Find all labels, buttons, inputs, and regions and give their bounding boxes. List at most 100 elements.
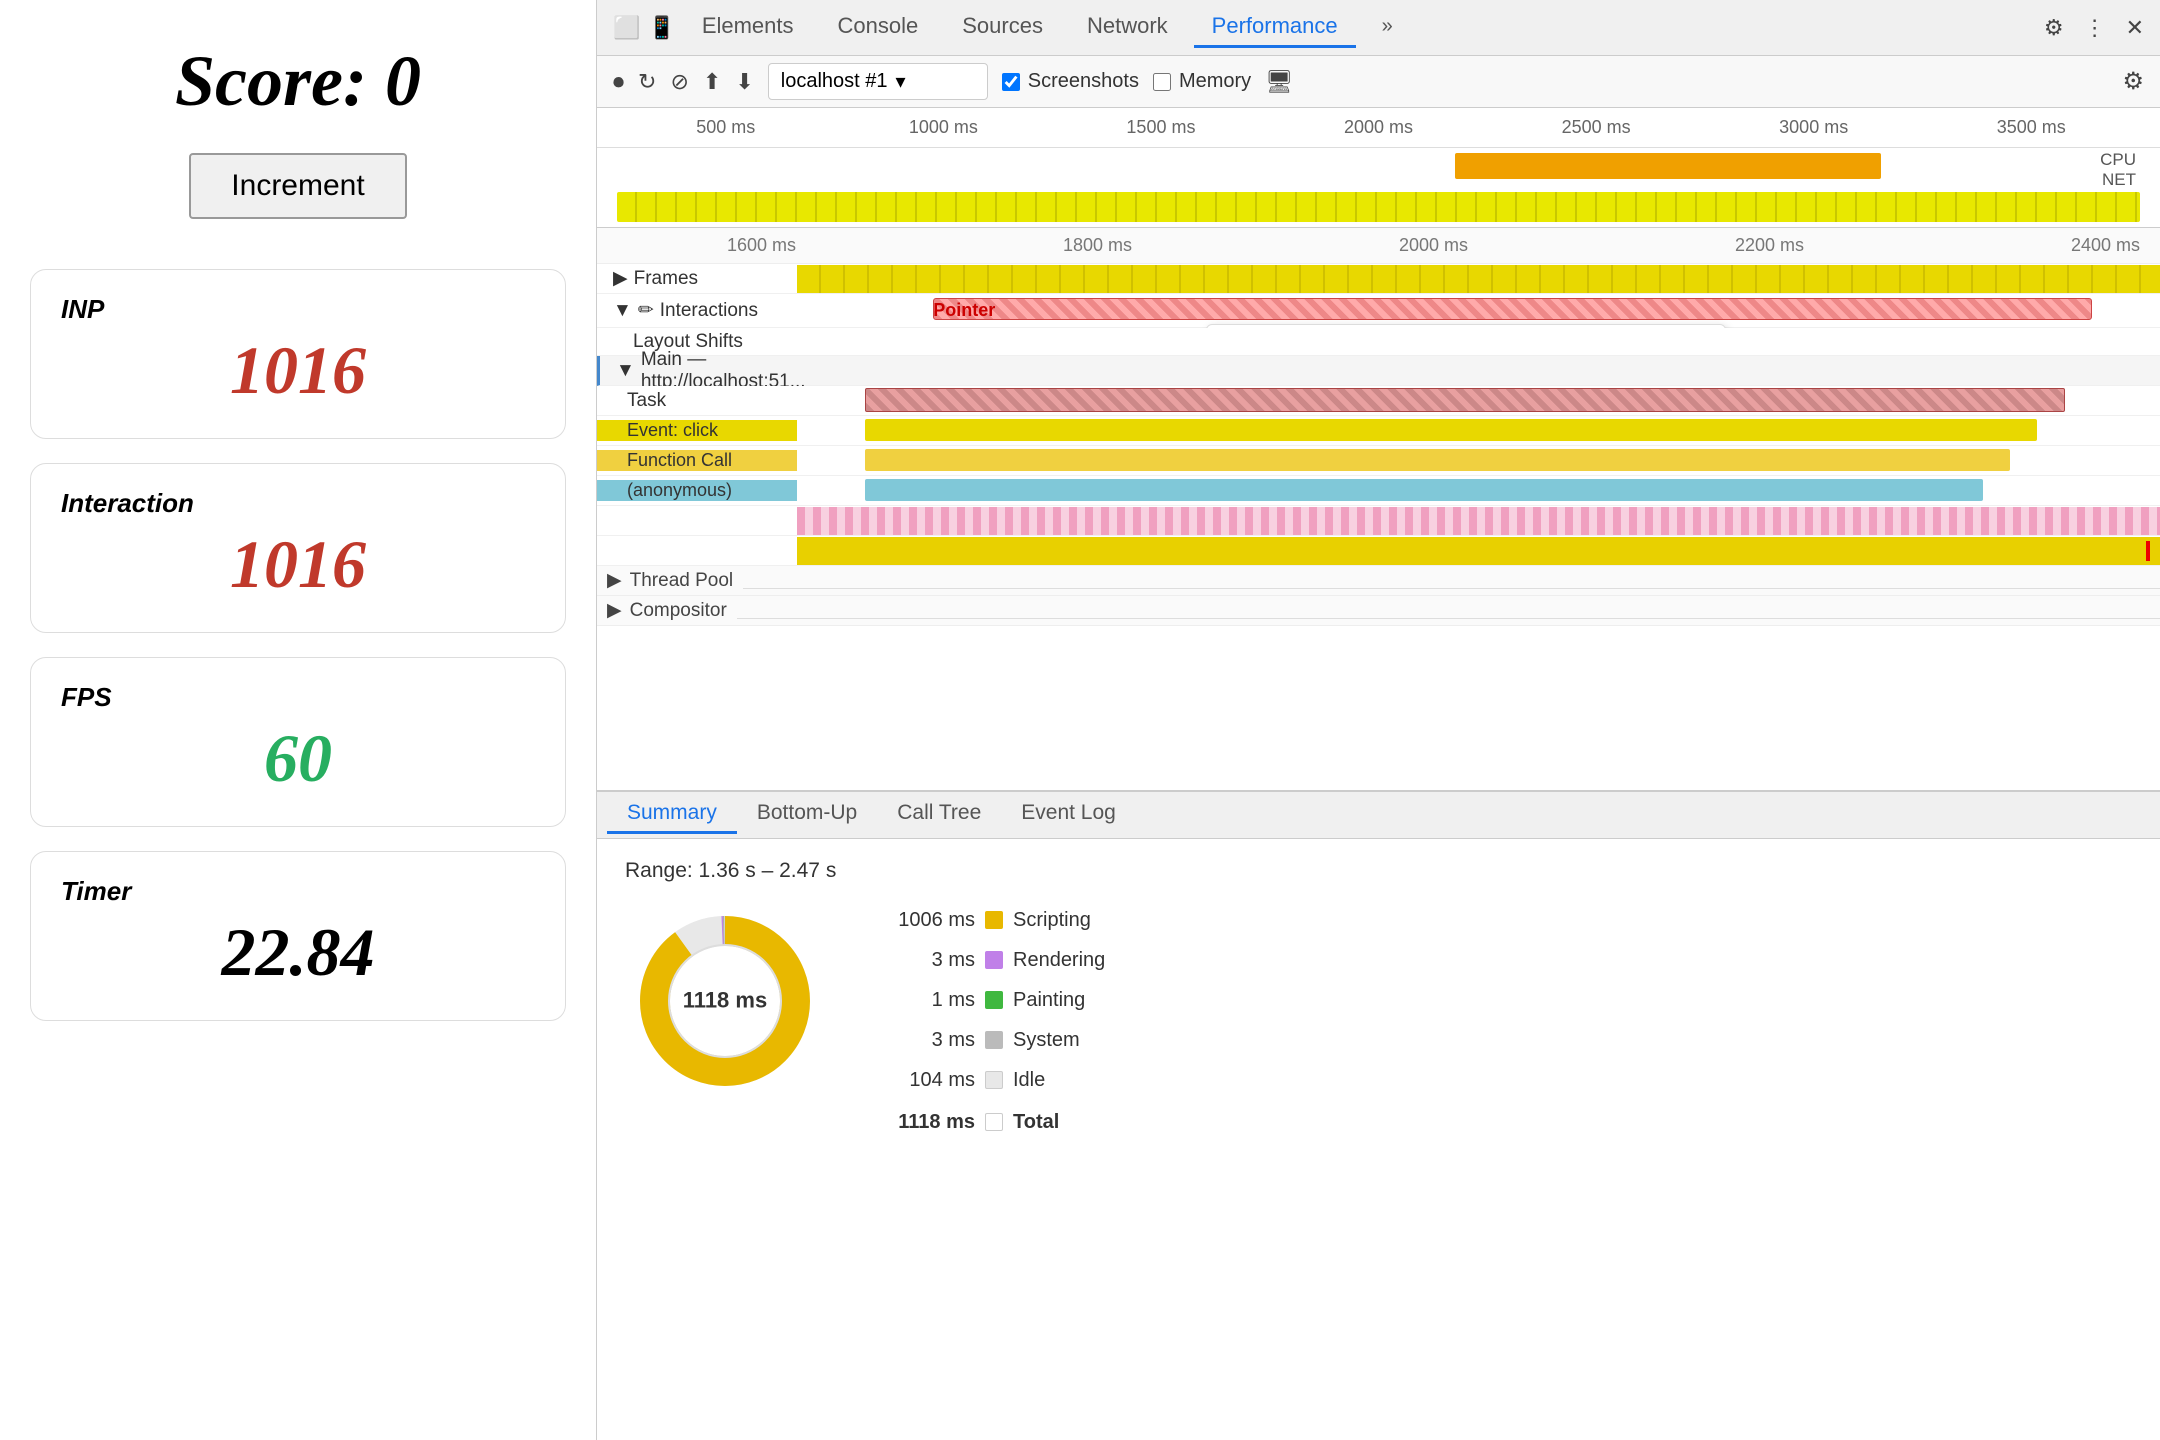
event-click-track: Event: click [597, 416, 2160, 446]
frames-label: ▶ Frames [597, 267, 797, 290]
painting-color [985, 991, 1003, 1009]
function-call-content [797, 447, 2160, 475]
function-call-track: Function Call [597, 446, 2160, 476]
interaction-value: 1016 [61, 525, 535, 604]
ruler-2500: 2500 ms [1487, 117, 1705, 138]
anonymous-bar [865, 479, 1983, 501]
function-call-bar [865, 449, 2010, 471]
frames-strip [797, 265, 2160, 293]
frames-content [797, 265, 2160, 293]
thread-pool-expand-icon[interactable]: ▶ [607, 569, 622, 592]
summary-panel: Range: 1.36 s – 2.47 s [597, 839, 2160, 1440]
compositor-track[interactable]: ▶ Compositor [597, 596, 2160, 626]
system-name: System [1013, 1021, 1080, 1059]
detail-yellow-content [797, 537, 2160, 565]
detail-pink-track [597, 506, 2160, 536]
detail-marker [2146, 541, 2150, 561]
tab-elements[interactable]: Elements [684, 7, 812, 48]
thread-pool-label: Thread Pool [630, 570, 734, 592]
memory-checkbox[interactable] [1153, 73, 1171, 91]
tick-2400: 2400 ms [2071, 235, 2140, 256]
compositor-content [737, 603, 2160, 619]
tab-more[interactable]: » [1364, 9, 1411, 47]
timer-label: Timer [61, 876, 535, 907]
function-call-label: Function Call [597, 450, 797, 471]
anonymous-content [797, 477, 2160, 505]
devtools-device-icon[interactable]: 📱 [648, 15, 675, 41]
donut-chart: 1118 ms [625, 901, 825, 1101]
devtools-tabbar: ⬜ 📱 Elements Console Sources Network Per… [597, 0, 2160, 56]
idle-val: 104 ms [885, 1061, 975, 1099]
idle-color [985, 1071, 1003, 1089]
thread-pool-track[interactable]: ▶ Thread Pool [597, 566, 2160, 596]
painting-val: 1 ms [885, 981, 975, 1019]
network-throttle-icon[interactable]: 🖥 [1265, 69, 1293, 95]
interactions-track: ▼ ✏ Interactions Pointer 1.02 s Pointer … [597, 294, 2160, 328]
bottom-tabs: Summary Bottom-Up Call Tree Event Log [597, 791, 2160, 839]
clear-button[interactable]: ⊘ [670, 69, 688, 95]
ruler-1500: 1500 ms [1052, 117, 1270, 138]
devtools-inspect-icon[interactable]: ⬜ [613, 15, 640, 41]
timer-value: 22.84 [61, 913, 535, 992]
increment-button[interactable]: Increment [189, 153, 406, 219]
reload-button[interactable]: ↻ [638, 69, 656, 95]
record-button[interactable]: ⏺ [613, 69, 624, 95]
event-click-bar [865, 419, 2037, 441]
detail-yellow-track [597, 536, 2160, 566]
tab-network[interactable]: Network [1069, 7, 1186, 48]
settings-icon[interactable]: ⚙ [2044, 15, 2064, 41]
ruler-3000: 3000 ms [1705, 117, 1923, 138]
legend-idle: 104 ms Idle [885, 1061, 1105, 1099]
thread-pool-content [743, 573, 2160, 589]
cpu-usage-bar [1455, 153, 1881, 179]
fps-value: 60 [61, 719, 535, 798]
rendering-color [985, 951, 1003, 969]
tab-performance[interactable]: Performance [1194, 7, 1356, 48]
scale-ticks: 1600 ms 1800 ms 2000 ms 2200 ms 2400 ms [717, 235, 2150, 256]
pointer-interaction-bar[interactable] [933, 298, 2092, 320]
tab-event-log[interactable]: Event Log [1001, 795, 1136, 834]
event-click-content [797, 417, 2160, 445]
interactions-expand-icon[interactable]: ▼ [613, 300, 632, 322]
event-click-label: Event: click [597, 420, 797, 441]
legend-table: 1006 ms Scripting 3 ms Rendering 1 ms Pa… [885, 901, 1105, 1143]
close-icon[interactable]: ✕ [2126, 15, 2144, 41]
memory-toggle[interactable]: Memory [1153, 70, 1251, 93]
tick-1600: 1600 ms [727, 235, 796, 256]
more-options-icon[interactable]: ⋮ [2084, 15, 2106, 41]
upload-button[interactable]: ⬆ [703, 69, 721, 95]
summary-content: 1118 ms 1006 ms Scripting 3 ms Rendering… [625, 901, 2132, 1143]
anonymous-track: (anonymous) [597, 476, 2160, 506]
system-val: 3 ms [885, 1021, 975, 1059]
task-content [797, 386, 2160, 416]
perf-settings-icon[interactable]: ⚙ [2122, 67, 2144, 96]
main-expand-icon[interactable]: ▼ [616, 360, 635, 382]
tab-sources[interactable]: Sources [944, 7, 1061, 48]
total-color [985, 1113, 1003, 1131]
legend-scripting: 1006 ms Scripting [885, 901, 1105, 939]
screenshots-label: Screenshots [1028, 70, 1139, 93]
legend-system: 3 ms System [885, 1021, 1105, 1059]
total-name: Total [1013, 1103, 1059, 1141]
interaction-card: Interaction 1016 [30, 463, 566, 633]
interactions-content: Pointer 1.02 s Pointer Long interaction … [797, 294, 2160, 328]
timeline-overview[interactable]: 500 ms 1000 ms 1500 ms 2000 ms 2500 ms 3… [597, 108, 2160, 228]
screenshots-toggle[interactable]: Screenshots [1002, 70, 1139, 93]
timeline-tracks: 1600 ms 1800 ms 2000 ms 2200 ms 2400 ms … [597, 228, 2160, 791]
legend-total: 1118 ms Total [885, 1103, 1105, 1141]
url-selector[interactable]: localhost #1 ▾ [768, 63, 988, 100]
compositor-expand-icon[interactable]: ▶ [607, 599, 622, 622]
tab-call-tree[interactable]: Call Tree [877, 795, 1001, 834]
frames-expand-icon[interactable]: ▶ [613, 267, 628, 290]
fps-label: FPS [61, 682, 535, 713]
tab-summary[interactable]: Summary [607, 795, 737, 834]
main-thread-header: ▼ Main — http://localhost:51... [597, 356, 2160, 386]
screenshots-checkbox[interactable] [1002, 73, 1020, 91]
tab-bottom-up[interactable]: Bottom-Up [737, 795, 877, 834]
pointer-label: Pointer [933, 300, 995, 321]
scripting-color [985, 911, 1003, 929]
tab-console[interactable]: Console [820, 7, 937, 48]
donut-center-label: 1118 ms [683, 986, 767, 1015]
compositor-label: Compositor [630, 600, 727, 622]
download-button[interactable]: ⬇ [735, 69, 753, 95]
